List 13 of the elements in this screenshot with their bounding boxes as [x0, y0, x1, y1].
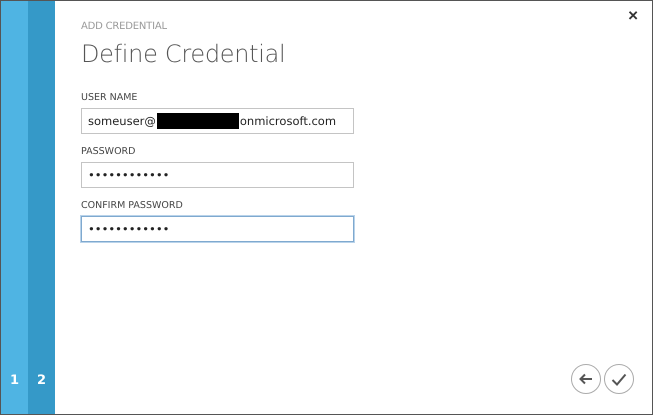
dialog-subtitle: ADD CREDENTIAL: [81, 21, 168, 32]
close-button[interactable]: ×: [626, 7, 640, 24]
password-field[interactable]: ••••••••••••: [81, 216, 354, 242]
password-field[interactable]: ••••••••••••: [81, 162, 354, 188]
field-label: USER NAME: [81, 92, 138, 103]
confirm-button[interactable]: [604, 364, 634, 394]
checkmark-icon: [611, 372, 627, 386]
dialog-title: Define Credential: [81, 40, 286, 68]
field-label: PASSWORD: [81, 146, 136, 157]
field-label: CONFIRM PASSWORD: [81, 200, 184, 211]
input-field[interactable]: someuser@ onmicrosoft.com: [81, 108, 354, 134]
back-button[interactable]: [571, 364, 601, 394]
back-arrow-icon: [579, 373, 593, 385]
